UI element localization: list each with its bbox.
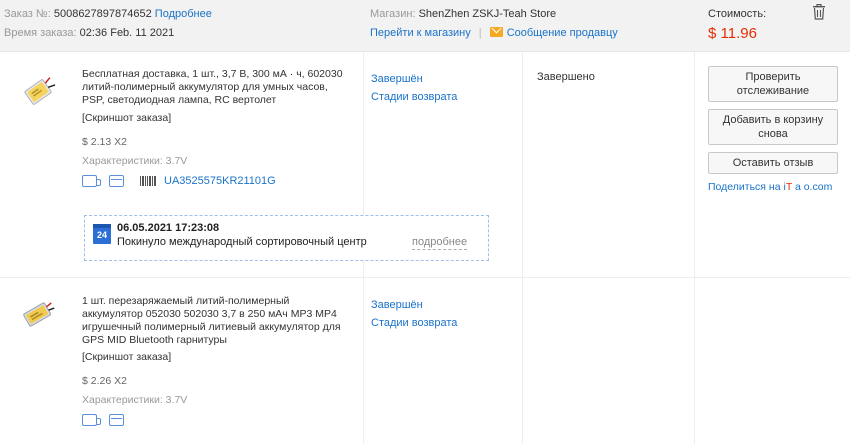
cost-value: $ 11.96 [708, 25, 757, 42]
store-name: ShenZhen ZSKJ-Teah Store [418, 8, 557, 20]
store-label: Магазин: [370, 8, 416, 20]
tracking-more-link[interactable]: подробнее [412, 236, 468, 250]
go-to-store-link[interactable]: Перейти к магазину [370, 27, 471, 39]
item-state: Завершено [537, 71, 595, 83]
order-snapshot-link[interactable]: [Скриншот заказа] [82, 350, 352, 364]
order-number: 5008627897874652 [53, 8, 152, 20]
tracking-event: Покинуло международный сортировочный цен… [117, 236, 367, 248]
order-number-label: Заказ №: [4, 8, 51, 20]
item-status[interactable]: Завершён [371, 296, 511, 314]
store-info: Магазин: ShenZhen ZSKJ-Teah Store Перейт… [370, 5, 690, 43]
track-button[interactable]: Проверить отслеживание [708, 66, 838, 102]
barcode-icon [140, 176, 156, 186]
battery-thumbnail[interactable] [18, 294, 58, 334]
item-status-column: Завершён Стадии возврата [371, 70, 511, 106]
item-icons: UA3525575KR21101G [82, 173, 352, 189]
order-details-link[interactable]: Подробнее [155, 8, 212, 20]
separator: | [478, 27, 482, 39]
tracking-date: 06.05.2021 17:23:08 [117, 222, 220, 234]
calendar-icon: 24 [93, 224, 111, 244]
delivery-truck-icon[interactable] [82, 414, 101, 426]
share-prefix: Поделиться на [708, 181, 784, 193]
order-time: 02:36 Feb. 11 2021 [79, 27, 175, 39]
payment-card-icon[interactable] [109, 414, 124, 426]
order-item: Бесплатная доставка, 1 шт., 3,7 В, 300 м… [0, 52, 850, 278]
item-specs: Характеристики: 3.7V [82, 394, 188, 406]
item-details: Бесплатная доставка, 1 шт., 3,7 В, 300 м… [82, 68, 352, 189]
payment-card-icon[interactable] [109, 175, 124, 187]
share-brand-rest: a o.com [792, 181, 833, 193]
delivery-truck-icon[interactable] [82, 175, 101, 187]
item-details: 1 шт. перезаряжаемый литий-полимерный ак… [82, 295, 352, 428]
item-icons [82, 412, 352, 428]
item-price: $ 2.13 X2 [82, 136, 127, 148]
return-stages-link[interactable]: Стадии возврата [371, 317, 457, 329]
trash-icon[interactable] [812, 4, 826, 20]
order-item: 1 шт. перезаряжаемый литий-полимерный ак… [0, 278, 850, 444]
order-info: Заказ №: 5008627897874652 Подробнее Врем… [4, 5, 364, 43]
order-cost: Стоимость: $ 11.96 [708, 5, 848, 44]
cost-label: Стоимость: [708, 8, 767, 20]
battery-thumbnail[interactable] [18, 72, 58, 112]
message-seller-link[interactable]: Сообщение продавцу [507, 27, 618, 39]
return-stages-link[interactable]: Стадии возврата [371, 91, 457, 103]
item-price: $ 2.26 X2 [82, 375, 127, 387]
order-time-label: Время заказа: [4, 27, 77, 39]
item-title[interactable]: Бесплатная доставка, 1 шт., 3,7 В, 300 м… [82, 68, 352, 107]
tracking-number-link[interactable]: UA3525575KR21101G [164, 175, 276, 188]
item-title[interactable]: 1 шт. перезаряжаемый литий-полимерный ак… [82, 295, 352, 347]
mail-icon [489, 27, 503, 37]
share-link[interactable]: Поделиться на iT a o.com [708, 181, 838, 193]
tracking-event-box: 24 06.05.2021 17:23:08 Покинуло междунар… [84, 215, 489, 261]
leave-review-button[interactable]: Оставить отзыв [708, 152, 838, 174]
add-to-cart-again-button[interactable]: Добавить в корзину снова [708, 109, 838, 145]
item-status[interactable]: Завершён [371, 70, 511, 88]
item-specs: Характеристики: 3.7V [82, 155, 188, 167]
order-snapshot-link[interactable]: [Скриншот заказа] [82, 111, 352, 125]
order-header: Заказ №: 5008627897874652 Подробнее Врем… [0, 0, 850, 52]
item-status-column: Завершён Стадии возврата [371, 296, 511, 332]
order-actions: Проверить отслеживание Добавить в корзин… [708, 66, 838, 193]
